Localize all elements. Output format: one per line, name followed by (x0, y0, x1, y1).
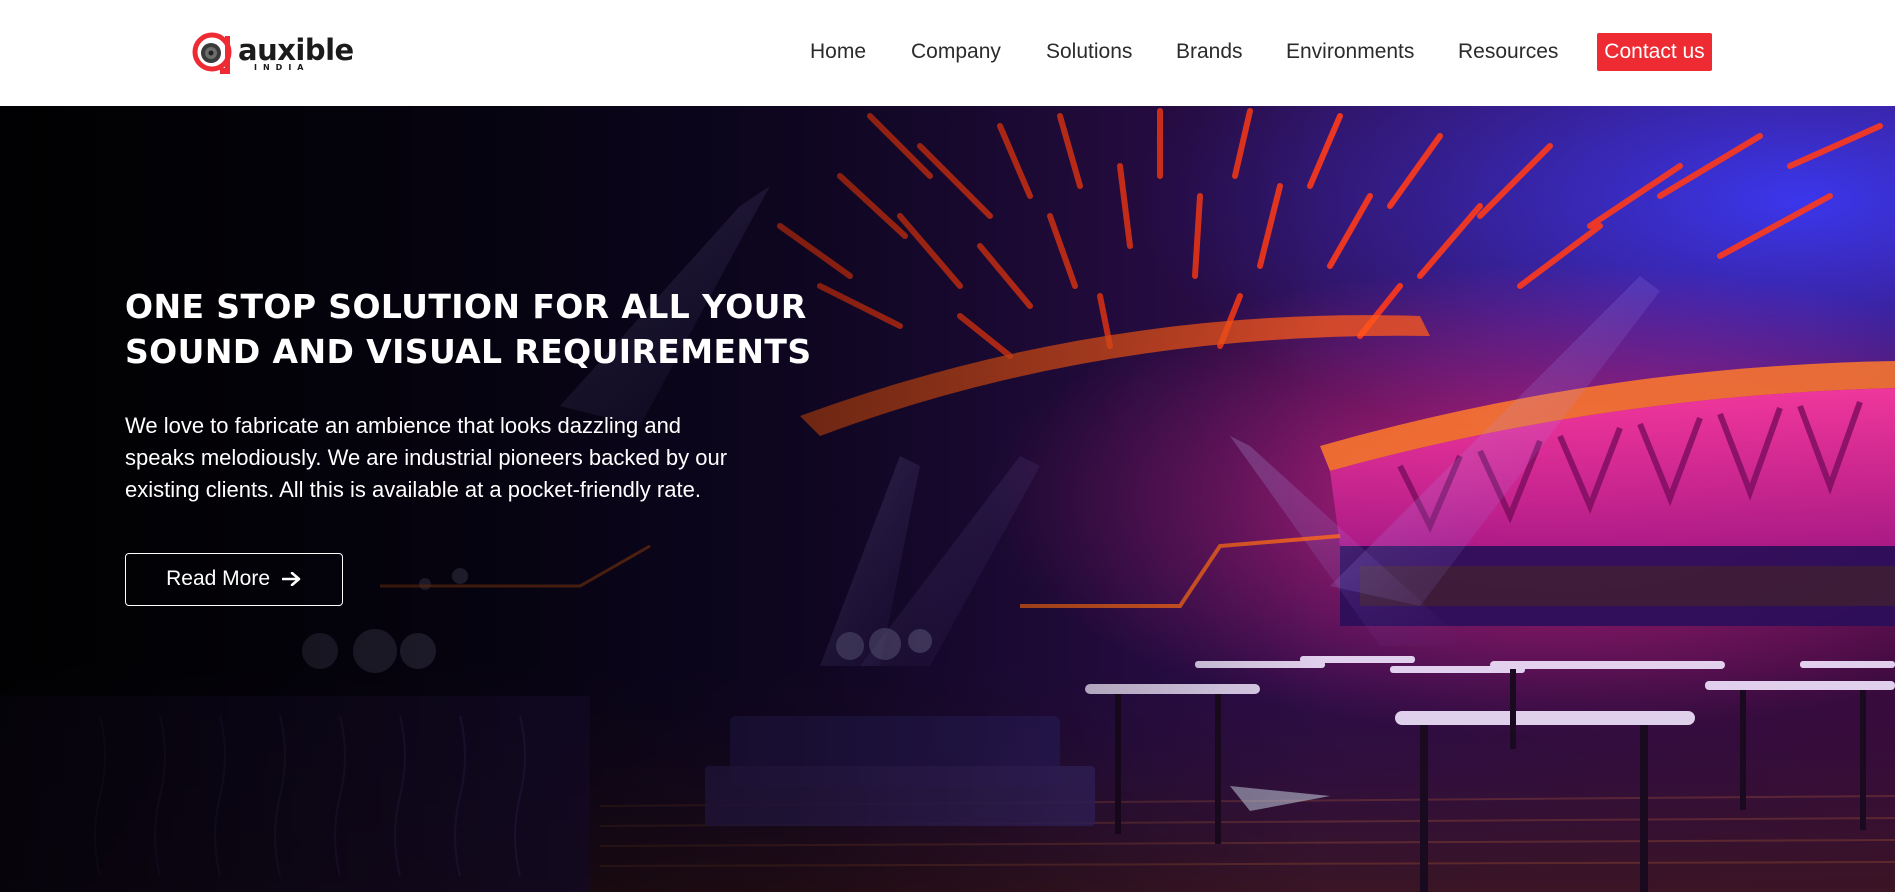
hero-title-line: ONE STOP SOLUTION FOR ALL YOUR (125, 287, 807, 326)
nav-item-company[interactable]: Company (911, 40, 1001, 64)
hero-title: ONE STOP SOLUTION FOR ALL YOUR SOUND AND… (125, 284, 885, 374)
nav-item-solutions[interactable]: Solutions (1046, 40, 1132, 64)
hero-title-line: SOUND AND VISUAL REQUIREMENTS (125, 332, 812, 371)
hero-description: We love to fabricate an ambience that lo… (125, 410, 805, 506)
nav-item-resources[interactable]: Resources (1458, 40, 1558, 64)
main-nav: Home Company Solutions Brands Environmen… (0, 0, 1895, 106)
site-header: auxible INDIA Home Company Solutions Bra… (0, 0, 1895, 106)
nav-item-home[interactable]: Home (810, 40, 866, 64)
contact-us-button[interactable]: Contact us (1597, 33, 1712, 71)
arrow-right-icon (281, 572, 301, 586)
nav-item-environments[interactable]: Environments (1286, 40, 1414, 64)
read-more-button[interactable]: Read More (125, 553, 343, 606)
hero-description-line: existing clients. All this is available … (125, 477, 701, 502)
nav-item-brands[interactable]: Brands (1176, 40, 1243, 64)
hero-description-line: speaks melodiously. We are industrial pi… (125, 445, 728, 470)
hero-section: ONE STOP SOLUTION FOR ALL YOUR SOUND AND… (0, 106, 1895, 892)
read-more-label: Read More (166, 567, 271, 590)
hero-description-line: We love to fabricate an ambience that lo… (125, 413, 682, 438)
